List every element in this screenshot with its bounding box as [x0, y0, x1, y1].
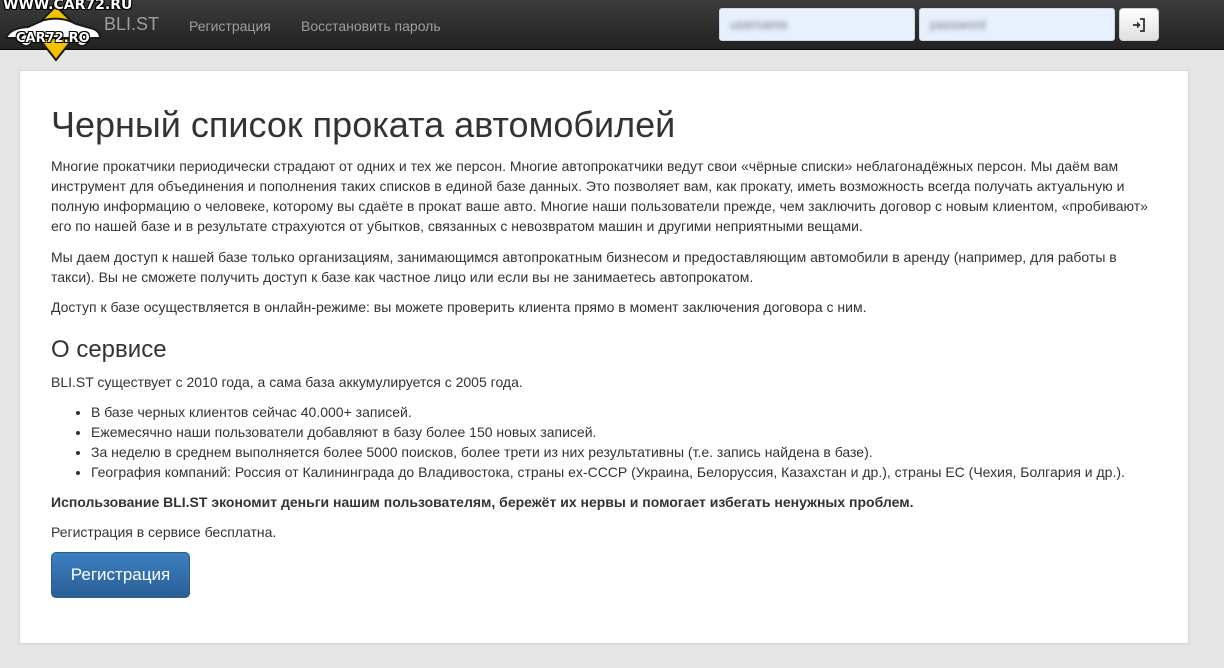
intro-paragraph-3: Доступ к базе осуществляется в онлайн-ре… — [51, 299, 867, 315]
login-email-value: username — [730, 17, 788, 32]
login-password-value: password — [930, 17, 986, 32]
login-submit-button[interactable] — [1119, 8, 1159, 41]
main-panel: Черный список проката автомобилей Многие… — [19, 70, 1189, 644]
list-item: В базе черных клиентов сейчас 40.000+ за… — [91, 402, 1161, 422]
about-intro: BLI.ST существует с 2010 года, а сама ба… — [51, 374, 523, 390]
list-item: География компаний: Россия от Калинингра… — [91, 462, 1161, 482]
about-heading: О сервисе — [51, 336, 167, 363]
watermark: WWW.CAR72.RU CAR72.RO — [0, 0, 132, 64]
login-password-input[interactable]: password — [919, 8, 1115, 41]
register-button[interactable]: Регистрация — [51, 552, 190, 598]
navbar: BLI.ST Регистрация Восстановить пароль u… — [0, 0, 1224, 50]
page-title: Черный список проката автомобилей — [51, 104, 676, 145]
nav-register-link[interactable]: Регистрация — [189, 16, 271, 36]
list-item: За неделю в среднем выполняется более 50… — [91, 442, 1161, 462]
free-registration-note: Регистрация в сервисе бесплатна. — [51, 524, 277, 540]
list-item: Ежемесячно наши пользователи добавляют в… — [91, 422, 1161, 442]
intro-paragraph-1: Многие прокатчики периодически страдают … — [51, 158, 1148, 234]
intro-paragraph-2: Мы даем доступ к нашей базе только орган… — [51, 249, 1117, 285]
login-email-input[interactable]: username — [719, 8, 915, 41]
highlight-text: Использование BLI.ST экономит деньги наш… — [51, 494, 914, 510]
nav-restore-password-link[interactable]: Восстановить пароль — [301, 16, 441, 36]
watermark-logo-text: CAR72.RO — [16, 31, 90, 46]
sign-in-icon — [1133, 17, 1145, 32]
watermark-site-text: WWW.CAR72.RU — [3, 0, 133, 13]
features-list: В базе черных клиентов сейчас 40.000+ за… — [51, 402, 1161, 482]
